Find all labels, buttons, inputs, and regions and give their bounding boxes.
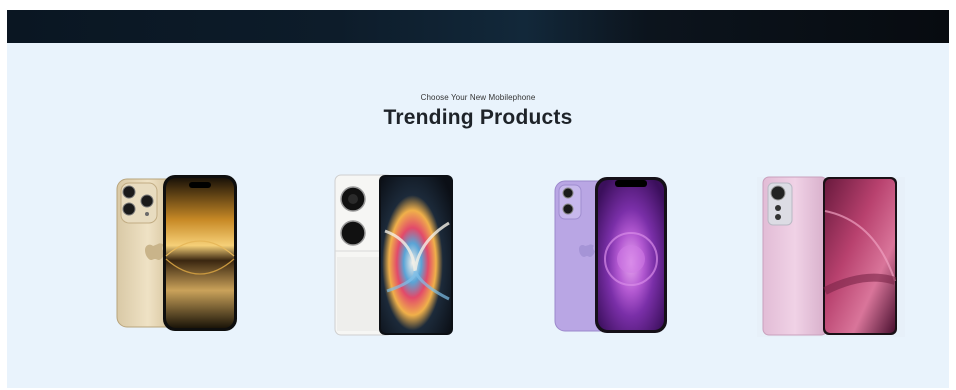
top-banner-image (7, 10, 949, 43)
product-card-purple-iphone[interactable] (553, 171, 669, 341)
gold-iphone-phone-image (116, 175, 237, 331)
page-frame: Choose Your New Mobilephone Trending Pro… (7, 10, 949, 388)
pink-android-phone-image (757, 176, 905, 337)
section-title: Trending Products (383, 106, 573, 129)
product-card-gold-iphone[interactable] (115, 171, 240, 341)
white-flip-phone-image (334, 174, 453, 336)
section-subtitle: Choose Your New Mobilephone (420, 93, 536, 102)
product-card-pink-android-phone[interactable] (751, 171, 911, 341)
product-card-white-flip-phone[interactable] (333, 171, 455, 341)
trending-products-section: Choose Your New Mobilephone Trending Pro… (7, 43, 949, 388)
purple-iphone-phone-image (554, 177, 667, 333)
